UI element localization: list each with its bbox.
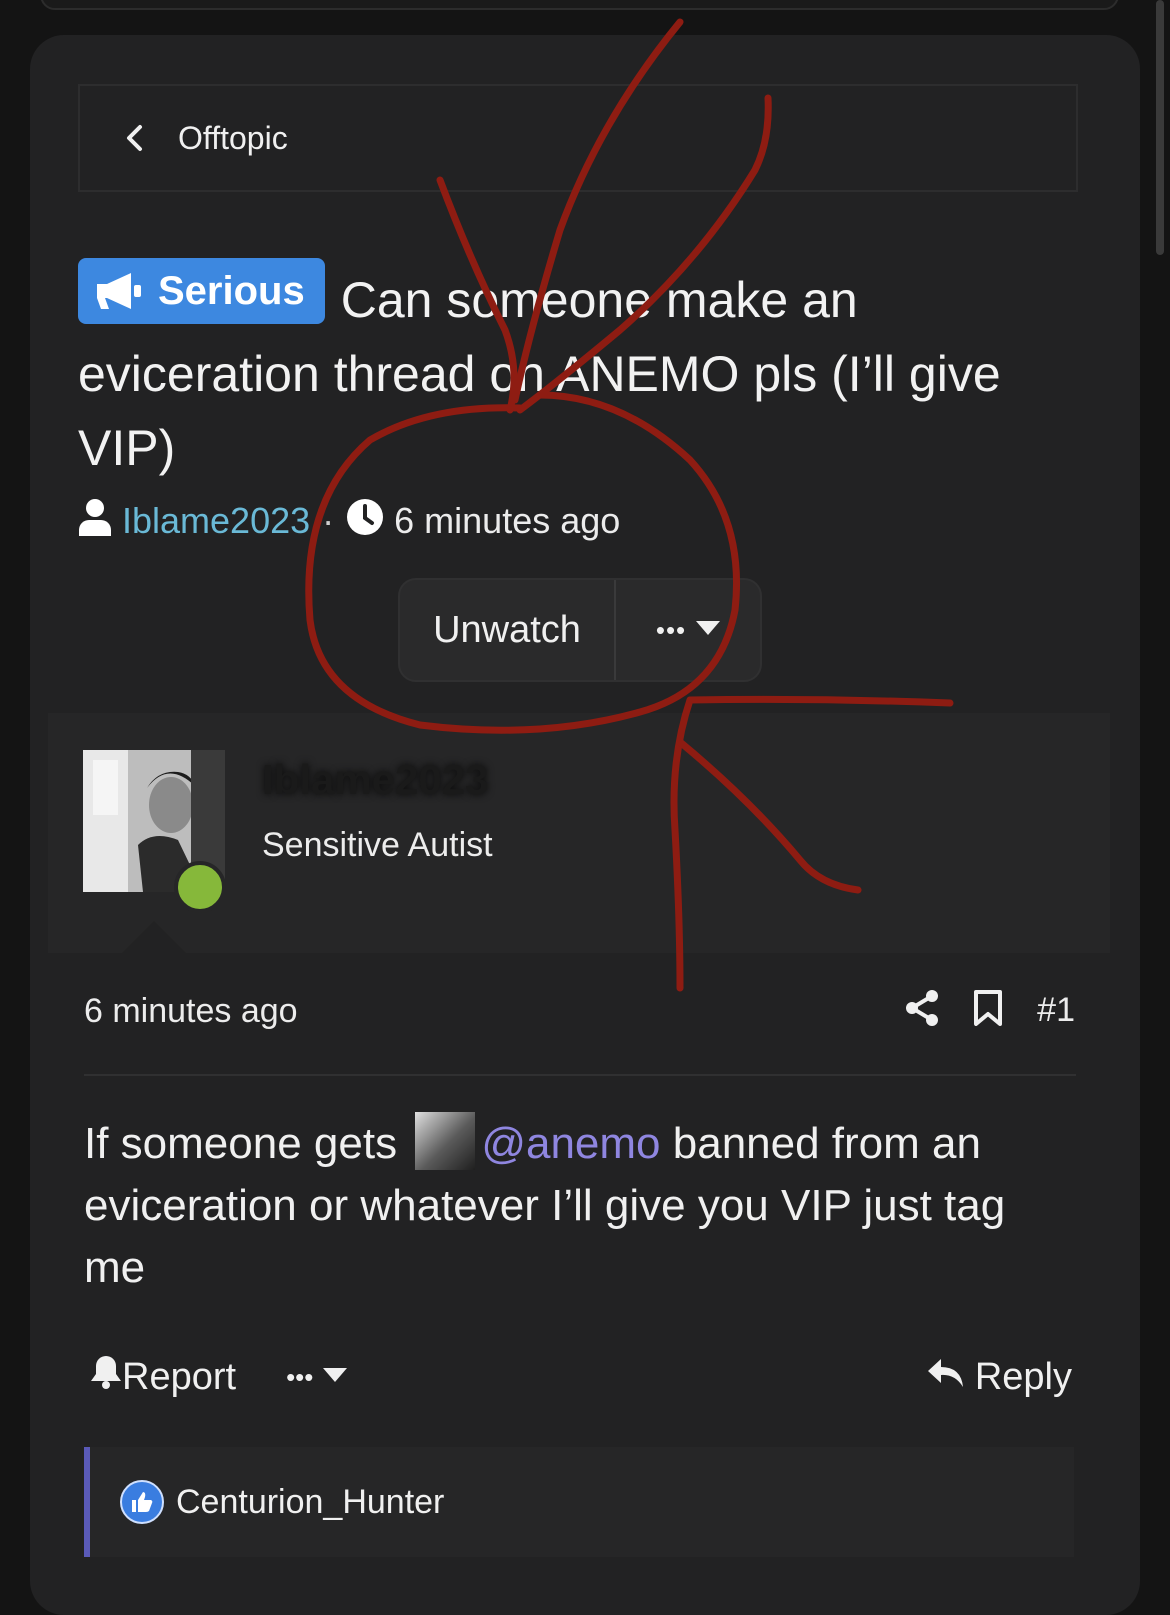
post-body-text-start: If someone gets [84, 1119, 398, 1168]
post-footer-actions: Report ••• Reply [90, 1352, 1072, 1402]
post-username[interactable]: Iblame2023 [262, 756, 489, 804]
user-title: Sensitive Autist [262, 826, 493, 864]
user-icon [78, 498, 112, 545]
thread-title: Serious Can someone make an eviceration … [78, 258, 1098, 485]
reaction-bar[interactable]: Centurion_Hunter [84, 1447, 1074, 1557]
clock-icon [346, 498, 384, 545]
share-icon[interactable] [905, 990, 939, 1031]
panel-caret [122, 921, 186, 953]
report-button[interactable]: Report [90, 1354, 236, 1400]
post-number-link[interactable]: #1 [1037, 991, 1075, 1030]
breadcrumb-label: Offtopic [178, 119, 288, 156]
reply-label: Reply [974, 1355, 1072, 1398]
more-dots: ••• [655, 614, 687, 645]
chevron-left-icon [124, 123, 148, 153]
online-status-indicator [174, 861, 226, 913]
post-body: If someone gets @anemo banned from an ev… [84, 1112, 1074, 1299]
reply-icon [927, 1356, 965, 1399]
mention-avatar [415, 1112, 476, 1170]
reaction-user[interactable]: Centurion_Hunter [176, 1483, 444, 1522]
thread-meta: Iblame2023 · 6 minutes ago [78, 498, 620, 544]
caret-down-icon [323, 1367, 348, 1387]
thumbs-up-icon [120, 1480, 164, 1524]
breadcrumb[interactable]: Offtopic [78, 84, 1078, 192]
meta-separator: · [322, 500, 335, 541]
previous-card-edge [40, 0, 1119, 10]
post-more-button[interactable]: ••• [286, 1361, 348, 1393]
serious-prefix-badge[interactable]: Serious [78, 258, 325, 324]
thread-more-button[interactable]: ••• [616, 580, 760, 680]
prefix-label: Serious [158, 269, 305, 313]
post-time[interactable]: 6 minutes ago [84, 992, 298, 1031]
reply-button[interactable]: Reply [927, 1356, 1072, 1399]
watch-button-group: Unwatch ••• [398, 578, 762, 682]
post-actions: #1 [905, 990, 1075, 1031]
mention-link[interactable]: @anemo [481, 1119, 660, 1168]
post-divider [84, 1074, 1076, 1076]
megaphone-icon [94, 271, 144, 311]
bell-icon [90, 1354, 122, 1400]
scrollbar[interactable] [1156, 0, 1164, 255]
thread-age: 6 minutes ago [394, 500, 621, 541]
more-dots: ••• [286, 1361, 314, 1392]
bookmark-icon[interactable] [973, 990, 1003, 1031]
unwatch-button[interactable]: Unwatch [400, 580, 616, 680]
thread-author-link[interactable]: Iblame2023 [122, 500, 310, 542]
report-label: Report [122, 1355, 237, 1398]
caret-down-icon [696, 620, 721, 640]
